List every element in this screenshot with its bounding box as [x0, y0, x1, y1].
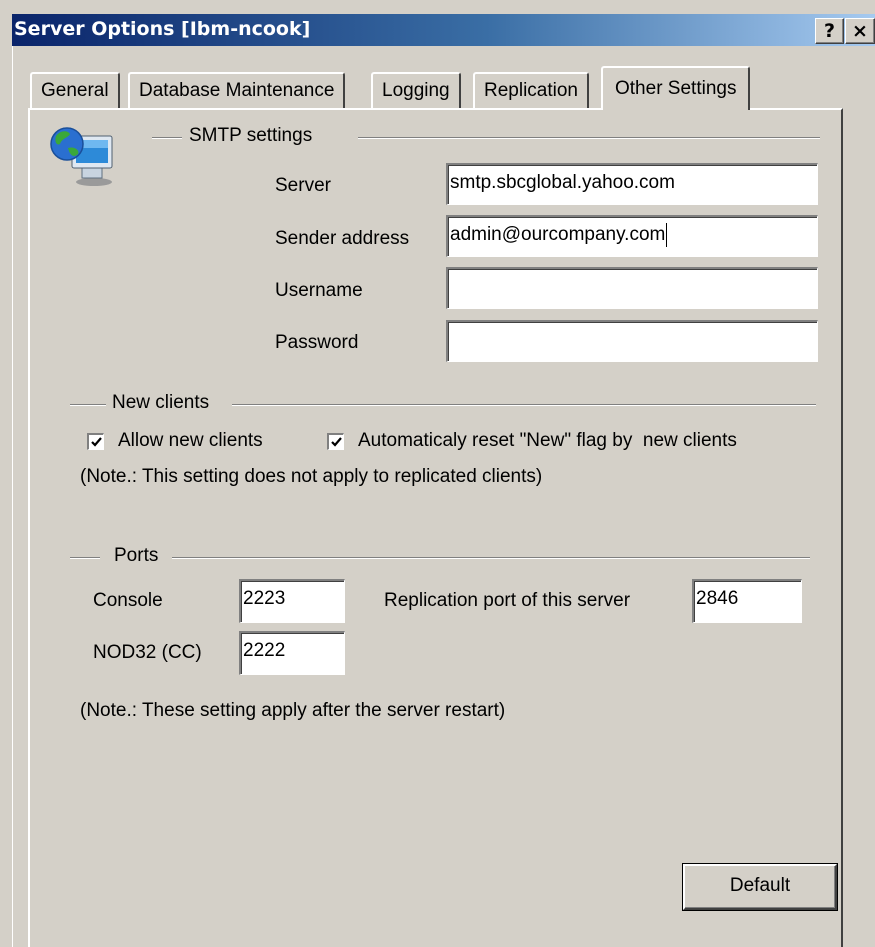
replication-port-field[interactable]: 2846 [692, 579, 802, 623]
nod32-port-field[interactable]: 2222 [239, 631, 345, 675]
tab-general[interactable]: General [30, 72, 120, 108]
ports-group-line-right [172, 557, 810, 559]
new-clients-group-line-right [232, 404, 816, 406]
allow-new-clients-label[interactable]: Allow new clients [118, 430, 263, 452]
ports-group-line-left [70, 557, 100, 559]
new-clients-group-line-left [70, 404, 106, 406]
window-title: Server Options [Ibm-ncook] [14, 18, 311, 40]
help-button[interactable]: ? [815, 18, 844, 44]
sender-address-label: Sender address [275, 228, 410, 249]
server-label: Server [275, 175, 331, 196]
username-field[interactable] [446, 267, 818, 309]
ports-group-label: Ports [114, 545, 159, 566]
tab-database-maintenance[interactable]: Database Maintenance [128, 72, 346, 108]
network-computer-icon [48, 122, 118, 188]
sender-address-field[interactable]: admin@ourcompany.com [446, 215, 818, 257]
auto-reset-new-flag-checkbox[interactable] [327, 433, 344, 450]
console-port-field[interactable]: 2223 [239, 579, 345, 623]
tab-replication[interactable]: Replication [473, 72, 589, 108]
smtp-group-line-right [358, 137, 820, 139]
username-label: Username [275, 280, 363, 301]
ports-note: (Note.: These setting apply after the se… [80, 700, 506, 721]
new-clients-note: (Note.: This setting does not apply to r… [80, 466, 543, 487]
auto-reset-new-flag-label[interactable]: Automaticaly reset "New" flag by new cli… [358, 430, 737, 452]
nod32-port-label: NOD32 (CC) [93, 642, 202, 663]
server-field[interactable]: smtp.sbcglobal.yahoo.com [446, 163, 818, 205]
new-clients-group-label: New clients [112, 392, 210, 413]
default-button[interactable]: Default [682, 863, 838, 911]
smtp-group-line-left [152, 137, 182, 139]
password-field[interactable] [446, 320, 818, 362]
allow-new-clients-checkbox[interactable] [87, 433, 104, 450]
smtp-group-label: SMTP settings [189, 125, 313, 146]
password-label: Password [275, 332, 359, 353]
close-button[interactable]: × [845, 18, 875, 44]
check-icon [91, 437, 102, 447]
check-icon [331, 437, 342, 447]
sender-address-value: admin@ourcompany.com [450, 224, 666, 245]
replication-port-label: Replication port of this server [384, 590, 631, 611]
tab-logging[interactable]: Logging [371, 72, 461, 108]
tab-other-settings[interactable]: Other Settings [601, 66, 751, 110]
text-caret [666, 222, 668, 247]
console-port-label: Console [93, 590, 163, 611]
